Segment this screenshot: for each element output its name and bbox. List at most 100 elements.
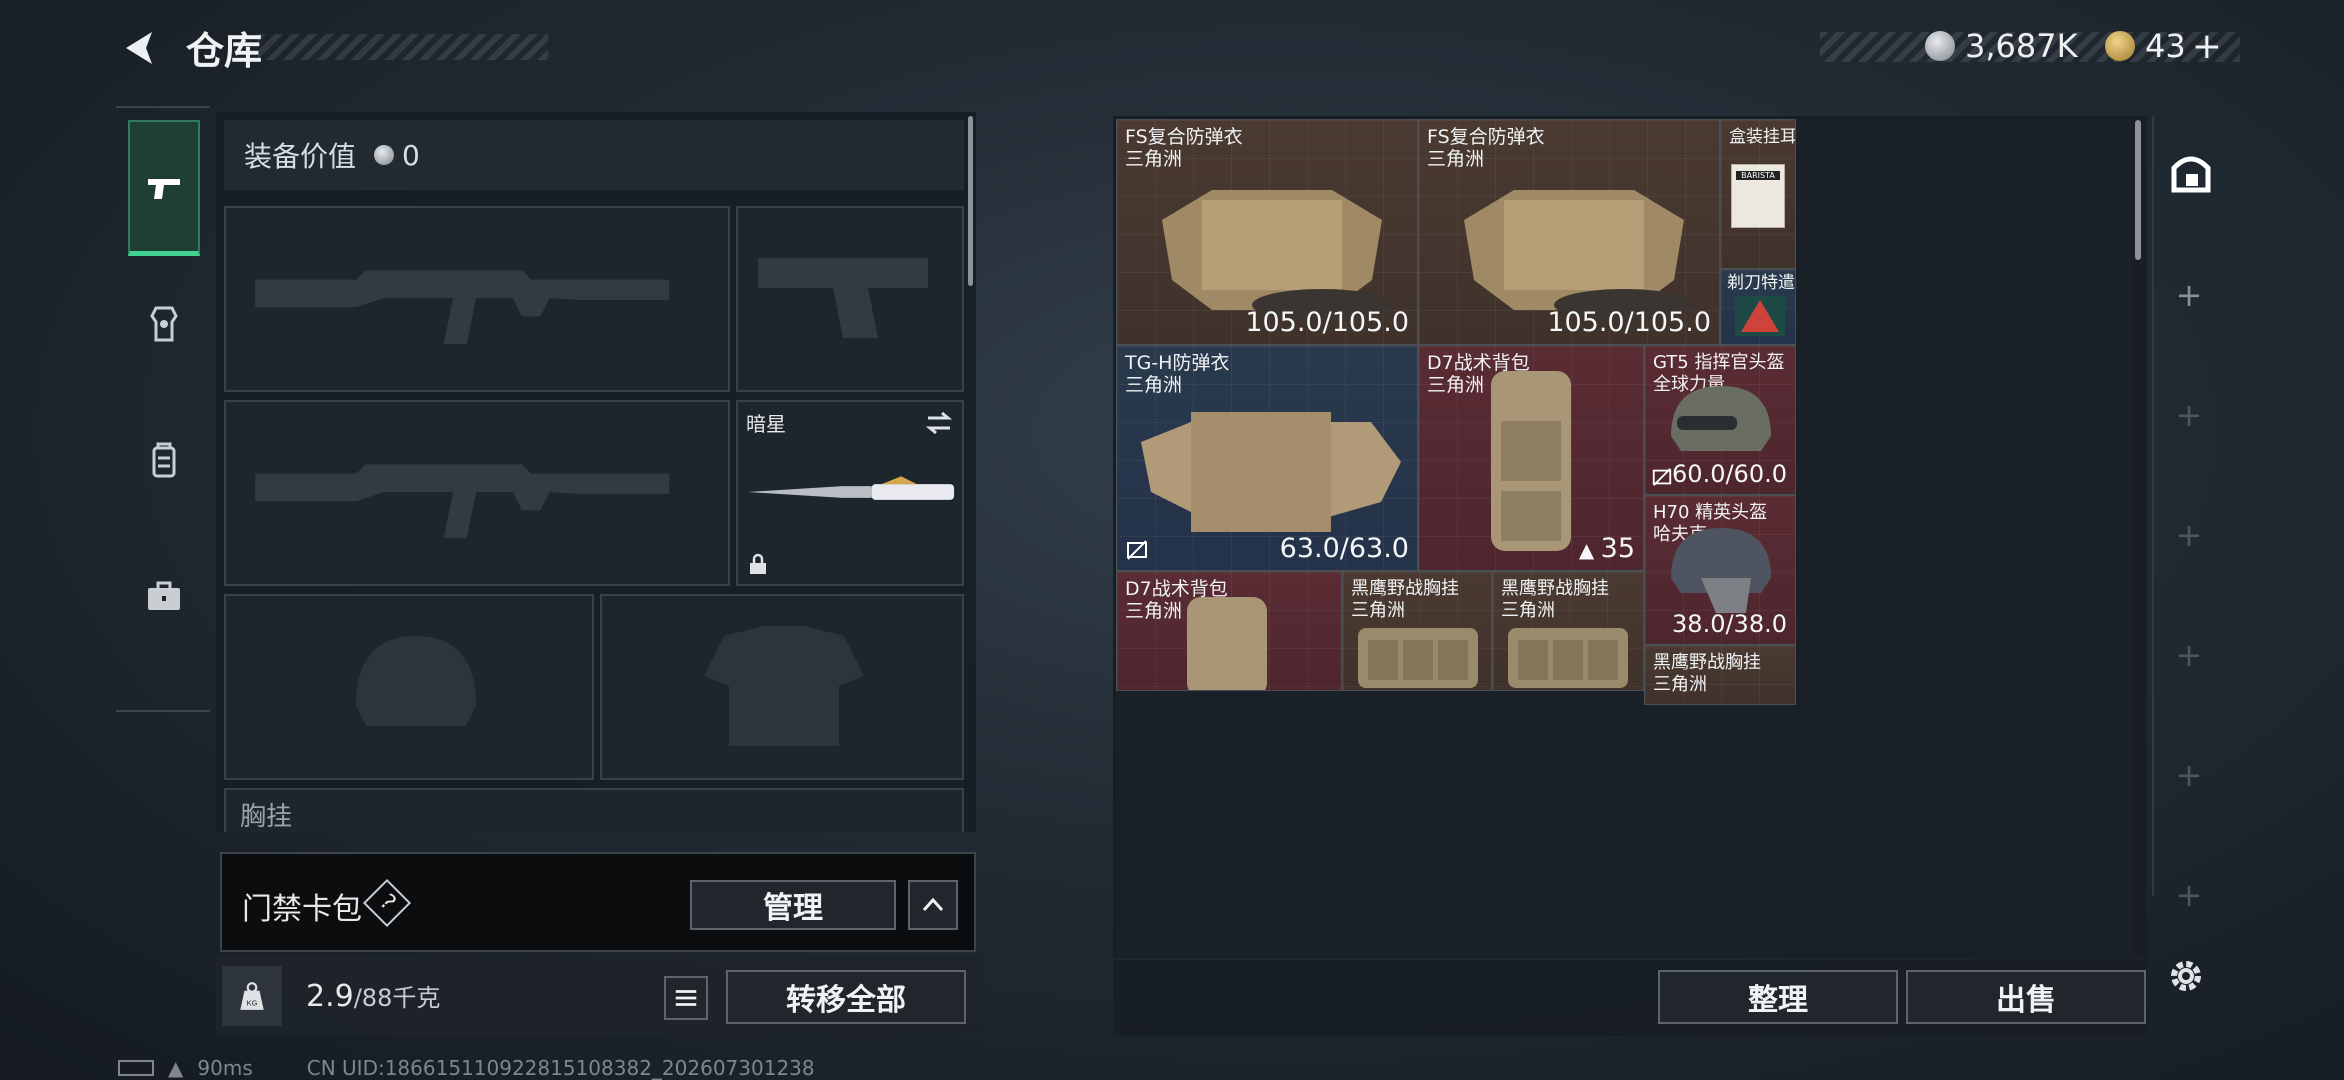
sort-button[interactable]: 整理 <box>1658 970 1898 1024</box>
briefcase-icon <box>148 581 180 610</box>
equipment-tabs <box>116 106 210 712</box>
patch-image <box>1735 296 1785 336</box>
page-title: 仓库 <box>186 29 263 73</box>
body-armor-slot[interactable] <box>600 594 964 780</box>
list-view-button[interactable] <box>664 976 708 1020</box>
armor-icon <box>150 306 178 342</box>
stash-item[interactable]: GT5 指挥官头盔 全球力量 60.0/60.0 <box>1644 345 1796 495</box>
equipment-scrollbar[interactable] <box>968 116 973 286</box>
add-page-button[interactable]: + <box>2172 638 2206 672</box>
stash-item[interactable]: 黑鹰野战胸挂 三角洲 <box>1492 571 1644 691</box>
tab-case[interactable] <box>128 528 200 664</box>
stash-item[interactable]: 盒装挂耳… BARISTA <box>1720 119 1796 269</box>
helmet-image <box>1671 528 1771 613</box>
svg-text:KG: KG <box>247 999 258 1008</box>
chevron-up-icon <box>922 897 944 912</box>
transfer-all-button[interactable]: 转移全部 <box>726 970 966 1024</box>
item-durability: 60.0/60.0 <box>1672 460 1787 488</box>
tab-weapons[interactable] <box>128 120 200 256</box>
keycard-pack-label: 门禁卡包 <box>242 892 362 927</box>
stash-item[interactable]: TG-H防弹衣 三角洲 63.0/63.0 <box>1116 345 1418 571</box>
settings-gear-icon[interactable] <box>2166 956 2206 996</box>
backpack-image <box>1187 597 1267 690</box>
add-page-button[interactable]: + <box>2172 278 2206 312</box>
lock-icon <box>750 553 766 574</box>
add-page-button[interactable]: + <box>2172 758 2206 792</box>
primary-weapon-slot[interactable] <box>224 206 730 392</box>
stash-item[interactable]: FS复合防弹衣 三角洲 105.0/105.0 <box>1116 119 1418 345</box>
stash-panel: FS复合防弹衣 三角洲 105.0/105.0 FS复合防弹衣 三角洲 105.0/… <box>1113 116 2147 958</box>
stash-item[interactable]: 黑鹰野战胸挂 三角洲 <box>1644 645 1796 705</box>
pistol-icon <box>148 178 180 199</box>
value-coin-icon <box>374 145 395 165</box>
stash-item[interactable]: D7战术背包 三角洲 ▲ 35 <box>1418 345 1644 571</box>
token-amount: 43 <box>2145 27 2186 65</box>
item-name: 剃刀特遣队 <box>1727 273 1795 293</box>
wifi-icon: ▲ <box>168 1056 184 1080</box>
sell-button[interactable]: 出售 <box>1906 970 2146 1024</box>
helmet-image <box>1671 386 1771 451</box>
melee-slot[interactable]: 暗星 <box>736 400 964 586</box>
item-name: 黑鹰野战胸挂 三角洲 <box>1501 578 1609 621</box>
weight-bar: KG 2.9/88千克 转移全部 <box>216 956 982 1036</box>
token-balance[interactable]: 43 + <box>2105 26 2222 67</box>
melee-name: 暗星 <box>746 412 786 436</box>
status-bar: ▲ 90ms CN UID:186615110922815108382_2026… <box>118 1056 815 1080</box>
pistol-silhouette-icon <box>758 258 928 338</box>
add-page-button[interactable]: + <box>2172 518 2206 552</box>
stash-item[interactable]: FS复合防弹衣 三角洲 105.0/105.0 <box>1418 119 1720 345</box>
add-page-button[interactable]: + <box>2172 878 2206 912</box>
uid-readout: CN UID:186615110922815108382_20260730123… <box>306 1056 815 1080</box>
tab-armor[interactable] <box>128 256 200 392</box>
vest-silhouette-icon <box>704 626 864 746</box>
stash-item[interactable]: 黑鹰野战胸挂 三角洲 <box>1342 571 1492 691</box>
add-token-button[interactable]: + <box>2192 26 2222 67</box>
backpack-image <box>1491 371 1571 551</box>
item-durability: 105.0/105.0 <box>1547 307 1711 338</box>
weight-icon: KG <box>222 966 282 1026</box>
swap-icon[interactable] <box>924 408 954 438</box>
weight-max: /88千克 <box>353 984 441 1012</box>
helmet-slot[interactable] <box>224 594 594 780</box>
rifle-silhouette-icon <box>255 270 670 344</box>
coffee-box-image: BARISTA <box>1731 164 1785 228</box>
battery-icon <box>118 1060 154 1076</box>
stash-grid: FS复合防弹衣 三角洲 105.0/105.0 FS复合防弹衣 三角洲 105.0/… <box>1116 119 2132 957</box>
keycard-pack-bar: 门禁卡包 ? 管理 <box>220 852 976 952</box>
expand-button[interactable] <box>908 880 958 930</box>
tab-backpack[interactable] <box>128 392 200 528</box>
coin-icon <box>1925 31 1955 61</box>
item-durability: 63.0/63.0 <box>1279 533 1409 564</box>
chest-rig-label: 胸挂 <box>240 802 293 832</box>
chest-rig-image <box>1508 628 1628 688</box>
item-name: 黑鹰野战胸挂 三角洲 <box>1351 578 1459 621</box>
add-page-button[interactable]: + <box>2172 398 2206 432</box>
pistol-slot[interactable] <box>736 206 964 392</box>
stash-item[interactable]: D7战术背包 三角洲 <box>1116 571 1342 691</box>
token-icon <box>2105 31 2135 61</box>
ping-readout: 90ms <box>197 1056 253 1080</box>
help-icon[interactable]: ? <box>362 878 412 928</box>
no-insure-icon <box>1652 468 1672 486</box>
chest-rig-image <box>1358 628 1478 688</box>
manage-button[interactable]: 管理 <box>690 880 896 930</box>
stash-item[interactable]: H70 精英头盔 哈夫克 38.0/38.0 <box>1644 495 1796 645</box>
item-name: 盒装挂耳… <box>1729 127 1796 147</box>
list-icon <box>675 990 697 1006</box>
knife-icon <box>747 476 955 500</box>
stash-page-tab-active[interactable] <box>2166 146 2222 202</box>
stash-item[interactable]: 剃刀特遣队 <box>1720 269 1796 345</box>
equipment-panel: 装备价值 0 暗星 胸挂 <box>216 112 976 832</box>
secondary-weapon-slot[interactable] <box>224 400 730 586</box>
stash-scrollbar[interactable] <box>2135 120 2141 260</box>
item-durability: 38.0/38.0 <box>1672 610 1787 638</box>
helmet-silhouette-icon <box>356 636 476 726</box>
body-armor-image <box>1141 412 1401 532</box>
back-arrow-icon[interactable] <box>116 24 164 72</box>
backpack-icon <box>152 442 176 478</box>
item-durability: ▲ 35 <box>1578 533 1635 564</box>
body-armor-image <box>1162 190 1392 320</box>
equipment-value: 0 <box>402 138 420 172</box>
chest-rig-slot[interactable]: 胸挂 <box>224 788 964 832</box>
rifle-silhouette-icon <box>255 464 670 538</box>
